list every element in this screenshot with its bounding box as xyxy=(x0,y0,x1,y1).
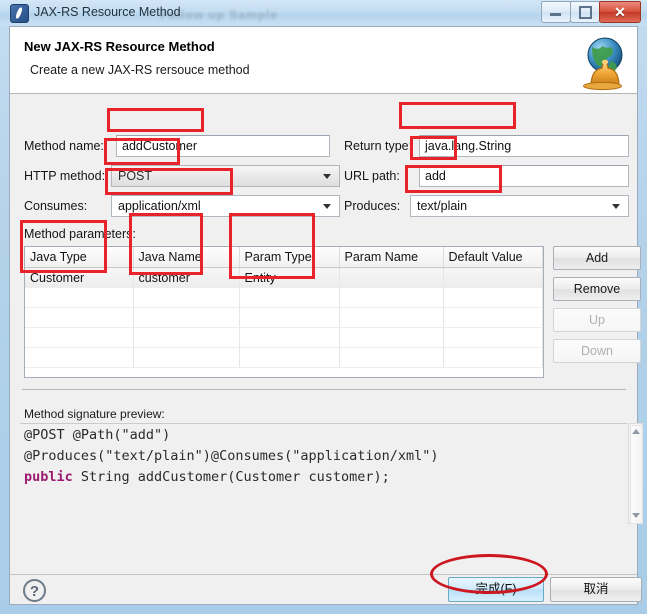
chevron-down-icon xyxy=(323,174,331,179)
cell-java-type[interactable]: Customer xyxy=(25,267,134,288)
column-header-default-value[interactable]: Default Value xyxy=(443,247,543,268)
window-title: JAX-RS Resource Method xyxy=(34,5,181,19)
method-parameters-label: Method parameters: xyxy=(24,227,136,241)
url-path-label: URL path: xyxy=(344,169,400,183)
column-header-param-type[interactable]: Param Type xyxy=(239,247,340,268)
scroll-down-arrow-icon[interactable] xyxy=(632,513,640,518)
cell-java-name[interactable]: customer xyxy=(133,267,240,288)
page-subtitle: Create a new JAX-RS rersouce method xyxy=(30,63,250,77)
table-row[interactable] xyxy=(25,287,543,308)
jaxrs-icon xyxy=(10,4,29,23)
http-method-select[interactable]: POST xyxy=(111,165,340,187)
cell-param-name[interactable] xyxy=(339,267,444,288)
produces-select[interactable]: text/plain xyxy=(410,195,629,217)
application-window: Follow up Sample JAX-RS Resource Method … xyxy=(0,0,647,614)
remove-button[interactable]: Remove xyxy=(553,277,641,301)
consumes-select[interactable]: application/xml xyxy=(111,195,340,217)
table-row[interactable]: Customer customer Entity xyxy=(25,267,543,288)
globe-bell-icon xyxy=(567,31,629,91)
cell-default-value[interactable] xyxy=(443,267,543,288)
close-icon[interactable]: ✕ xyxy=(599,1,641,23)
method-signature-preview-code: @POST @Path("add") @Produces("text/plain… xyxy=(24,425,439,488)
table-row[interactable] xyxy=(25,307,543,328)
dialog-body: New JAX-RS Resource Method Create a new … xyxy=(9,26,643,605)
return-type-label: Return type: xyxy=(344,139,413,153)
return-type-input[interactable]: java.lang.String xyxy=(419,135,629,157)
produces-label: Produces: xyxy=(344,199,401,213)
dialog-footer: ? 完成(F) 取消 xyxy=(10,575,642,604)
move-down-button[interactable]: Down xyxy=(553,339,641,363)
preview-keyword-public: public xyxy=(24,469,73,485)
finish-button[interactable]: 完成(F) xyxy=(448,577,544,602)
page-title: New JAX-RS Resource Method xyxy=(24,39,215,54)
method-parameters-table[interactable]: Java Type Java Name Param Type Param Nam… xyxy=(24,246,544,378)
method-name-input[interactable]: addCustomer xyxy=(116,135,330,157)
column-header-java-name[interactable]: Java Name xyxy=(133,247,240,268)
table-row[interactable] xyxy=(25,327,543,348)
dialog-header-banner: New JAX-RS Resource Method Create a new … xyxy=(10,27,637,94)
scroll-up-arrow-icon[interactable] xyxy=(632,429,640,434)
cell-param-type[interactable]: Entity xyxy=(239,267,340,288)
preview-line-3: String addCustomer(Customer customer); xyxy=(72,469,390,485)
move-up-button[interactable]: Up xyxy=(553,308,641,332)
method-name-label: Method name: xyxy=(24,139,104,153)
url-path-input[interactable]: add xyxy=(419,165,629,187)
scrollbar-thumb[interactable] xyxy=(630,425,643,524)
cancel-button[interactable]: 取消 xyxy=(550,577,642,602)
restore-icon[interactable] xyxy=(570,1,600,23)
help-icon[interactable]: ? xyxy=(23,579,46,602)
chevron-down-icon xyxy=(323,204,331,209)
http-method-value: POST xyxy=(118,169,153,183)
add-button[interactable]: Add xyxy=(553,246,641,270)
preview-line-1: @POST @Path("add") xyxy=(24,427,171,443)
preview-scrollbar[interactable] xyxy=(628,423,643,524)
window-title-bar: Follow up Sample JAX-RS Resource Method … xyxy=(0,0,647,26)
chevron-down-icon xyxy=(612,204,620,209)
produces-value: text/plain xyxy=(417,199,468,213)
consumes-value: application/xml xyxy=(118,199,201,213)
section-divider xyxy=(22,389,626,390)
column-header-param-name[interactable]: Param Name xyxy=(339,247,444,268)
http-method-label: HTTP method: xyxy=(24,169,106,183)
table-row[interactable] xyxy=(25,347,543,368)
column-header-java-type[interactable]: Java Type xyxy=(25,247,134,268)
method-signature-preview-label: Method signature preview: xyxy=(24,407,165,421)
minimize-icon[interactable] xyxy=(541,1,571,23)
table-header-row: Java Type Java Name Param Type Param Nam… xyxy=(25,247,543,268)
consumes-label: Consumes: xyxy=(24,199,88,213)
close-glyph: ✕ xyxy=(614,4,626,20)
preview-line-2: @Produces("text/plain")@Consumes("applic… xyxy=(24,448,439,464)
